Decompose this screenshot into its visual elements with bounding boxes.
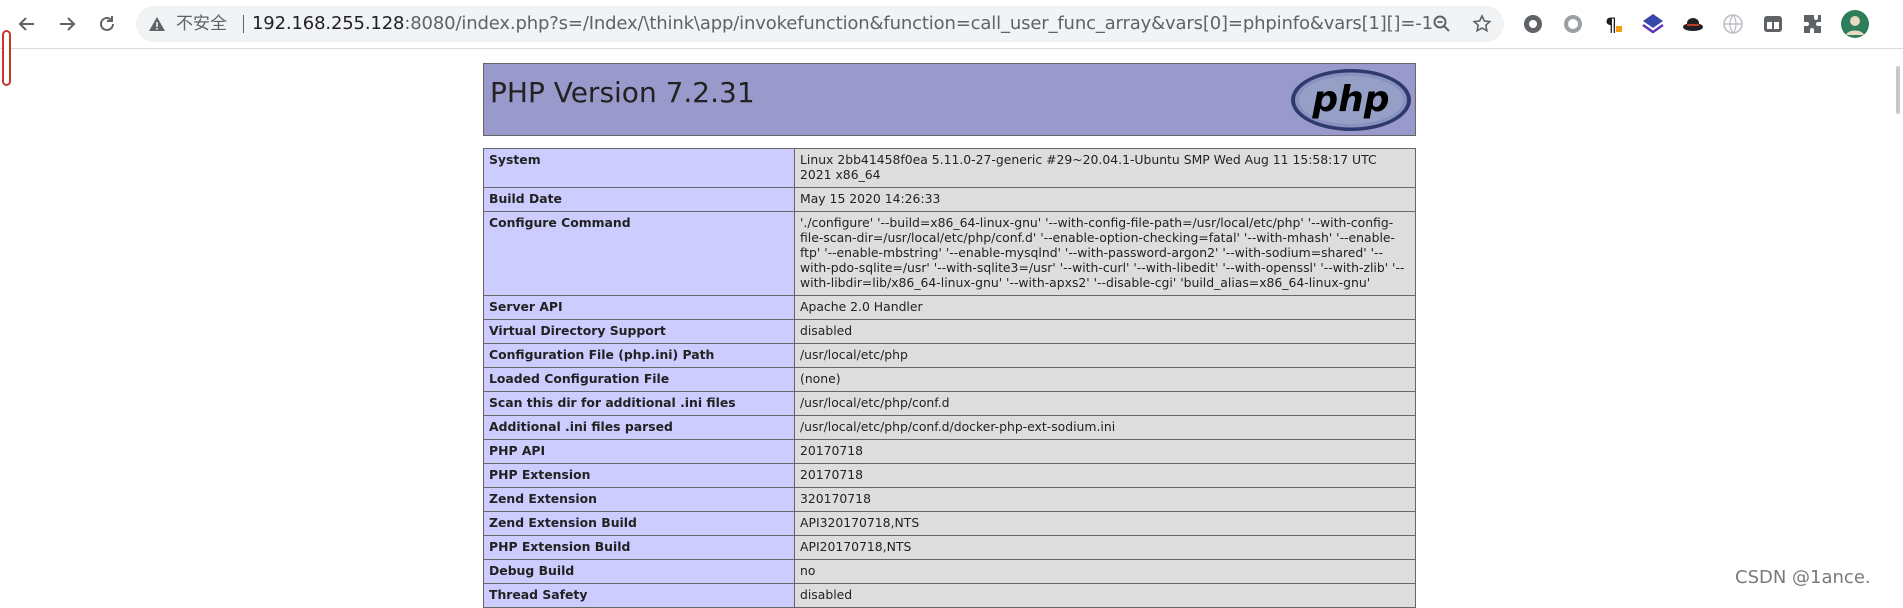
- info-label: Build Date: [483, 187, 795, 212]
- info-label: Zend Extension Build: [483, 511, 795, 536]
- table-row: Virtual Directory Support disabled: [483, 319, 1416, 344]
- info-value: /usr/local/etc/php/conf.d/docker-php-ext…: [794, 415, 1416, 440]
- info-label: PHP Extension Build: [483, 535, 795, 560]
- extension-globe-icon[interactable]: [1721, 12, 1745, 36]
- info-label: Zend Extension: [483, 487, 795, 512]
- table-row: PHP API 20170718: [483, 439, 1416, 464]
- table-row: Thread Safety disabled: [483, 583, 1416, 608]
- info-value: API20170718,NTS: [794, 535, 1416, 560]
- info-value: (none): [794, 367, 1416, 392]
- info-label: Thread Safety: [483, 583, 795, 608]
- extensions-puzzle-icon[interactable]: [1801, 12, 1825, 36]
- info-value: disabled: [794, 583, 1416, 608]
- info-value: May 15 2020 14:26:33: [794, 187, 1416, 212]
- url-host: 192.168.255.128: [252, 13, 405, 34]
- csdn-watermark: CSDN @1ance.: [1735, 567, 1871, 588]
- info-label: PHP API: [483, 439, 795, 464]
- info-value: no: [794, 559, 1416, 584]
- extension-layers-icon[interactable]: [1641, 12, 1665, 36]
- phpinfo-page: PHP Version 7.2.31 php System Linux 2bb41…: [483, 63, 1416, 608]
- info-value: /usr/local/etc/php/conf.d: [794, 391, 1416, 416]
- address-bar[interactable]: 不安全 192.168.255.128:8080/index.php?s=/In…: [136, 6, 1504, 42]
- info-label: Scan this dir for additional .ini files: [483, 391, 795, 416]
- table-row: Additional .ini files parsed/usr/local/e…: [483, 415, 1416, 440]
- table-row: Build Date May 15 2020 14:26:33: [483, 187, 1416, 212]
- page-scrollbar-thumb[interactable]: [1896, 66, 1900, 114]
- info-label: Debug Build: [483, 559, 795, 584]
- php-version-header: PHP Version 7.2.31 php: [483, 63, 1416, 136]
- info-label: Server API: [483, 295, 795, 320]
- table-row: Zend Extension Build API320170718,NTS: [483, 511, 1416, 536]
- info-label: Configuration File (php.ini) Path: [483, 343, 795, 368]
- browser-toolbar: 不安全 192.168.255.128:8080/index.php?s=/In…: [0, 0, 1903, 49]
- info-value: API320170718,NTS: [794, 511, 1416, 536]
- extension-gear-icon[interactable]: [1521, 12, 1545, 36]
- back-arrow-icon[interactable]: [13, 10, 41, 38]
- svg-text:¶: ¶: [1605, 14, 1617, 36]
- info-value: 20170718: [794, 439, 1416, 464]
- table-row: PHP Extension 20170718: [483, 463, 1416, 488]
- table-row: Server API Apache 2.0 Handler: [483, 295, 1416, 320]
- info-value: Linux 2bb41458f0ea 5.11.0-27-generic #29…: [794, 148, 1416, 188]
- table-row: System Linux 2bb41458f0ea 5.11.0-27-gener…: [483, 148, 1416, 188]
- info-value: disabled: [794, 319, 1416, 344]
- url-path: :8080/index.php?s=/Index/\think\app/invo…: [404, 13, 1433, 34]
- security-label[interactable]: 不安全: [176, 6, 227, 42]
- extension-hat-icon[interactable]: [1681, 12, 1705, 36]
- extension-window-icon[interactable]: [1761, 12, 1785, 36]
- php-logo-icon[interactable]: php: [1290, 68, 1412, 132]
- profile-avatar-icon[interactable]: [1840, 9, 1870, 39]
- address-separator: [243, 15, 244, 33]
- table-row: Configuration File (php.ini) Path/usr/lo…: [483, 343, 1416, 368]
- info-value: 20170718: [794, 463, 1416, 488]
- info-value: Apache 2.0 Handler: [794, 295, 1416, 320]
- table-row: Debug Build no: [483, 559, 1416, 584]
- info-value: /usr/local/etc/php: [794, 343, 1416, 368]
- info-label: PHP Extension: [483, 463, 795, 488]
- bookmark-star-icon[interactable]: [1472, 14, 1492, 34]
- table-row: PHP Extension Build API20170718,NTS: [483, 535, 1416, 560]
- info-label: Additional .ini files parsed: [483, 415, 795, 440]
- reload-icon[interactable]: [93, 10, 121, 38]
- table-row: Configure Command './configure' '--build=…: [483, 211, 1416, 296]
- warning-triangle-icon[interactable]: [148, 15, 166, 33]
- info-value: './configure' '--build=x86_64-linux-gnu'…: [794, 211, 1416, 296]
- forward-arrow-icon[interactable]: [53, 10, 81, 38]
- php-logo-text: php: [1311, 79, 1389, 120]
- info-label: Virtual Directory Support: [483, 319, 795, 344]
- extension-ring-icon[interactable]: [1561, 12, 1585, 36]
- zoom-out-icon[interactable]: [1432, 14, 1452, 34]
- table-row: Zend Extension 320170718: [483, 487, 1416, 512]
- url-text[interactable]: 192.168.255.128:8080/index.php?s=/Index/…: [252, 6, 1433, 42]
- table-row: Scan this dir for additional .ini files /…: [483, 391, 1416, 416]
- extension-pilcrow-icon[interactable]: ¶: [1601, 12, 1625, 36]
- info-label: System: [483, 148, 795, 188]
- info-label: Configure Command: [483, 211, 795, 296]
- info-value: 320170718: [794, 487, 1416, 512]
- table-row: Loaded Configuration File (none): [483, 367, 1416, 392]
- info-label: Loaded Configuration File: [483, 367, 795, 392]
- left-scroll-handle[interactable]: [2, 30, 11, 86]
- system-info-table: System Linux 2bb41458f0ea 5.11.0-27-gener…: [483, 148, 1416, 608]
- page-title: PHP Version 7.2.31: [490, 76, 755, 109]
